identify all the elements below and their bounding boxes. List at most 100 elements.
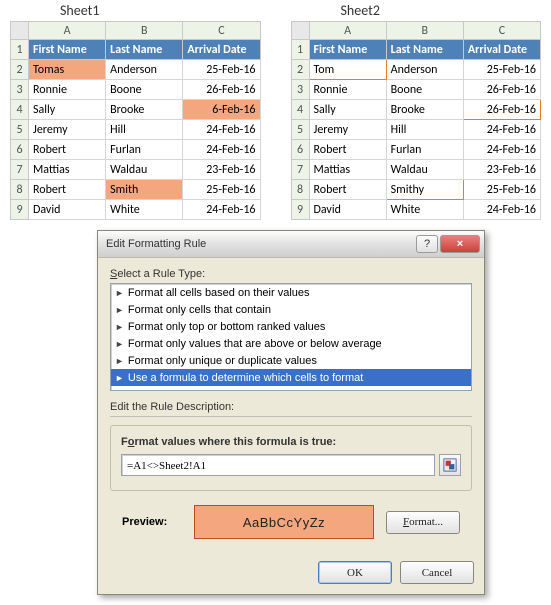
row-header[interactable]: 7 [291, 160, 309, 180]
table-header-cell[interactable]: Last Name [106, 40, 183, 60]
col-header[interactable]: C [463, 22, 540, 40]
row-header[interactable]: 5 [11, 120, 29, 140]
cell[interactable]: Brooke [386, 100, 463, 120]
cell[interactable]: Anderson [106, 60, 183, 80]
rule-type-option[interactable]: ►Format all cells based on their values [111, 284, 471, 301]
cell[interactable]: Ronnie [309, 80, 386, 100]
cell[interactable]: Tom [309, 60, 386, 80]
table-header-cell[interactable]: Last Name [386, 40, 463, 60]
cell[interactable]: 25-Feb-16 [183, 60, 260, 80]
cell[interactable]: Robert [29, 180, 106, 200]
row-header[interactable]: 6 [11, 140, 29, 160]
rule-type-listbox[interactable]: ►Format all cells based on their values►… [110, 283, 472, 391]
row-header[interactable]: 4 [291, 100, 309, 120]
cell[interactable]: Smithy [386, 180, 463, 200]
cell[interactable]: Mattias [29, 160, 106, 180]
row-header[interactable]: 1 [11, 40, 29, 60]
cell[interactable]: Ronnie [29, 80, 106, 100]
cell[interactable]: Boone [106, 80, 183, 100]
table-header-cell[interactable]: First Name [309, 40, 386, 60]
sheets-container: Sheet1 A B C 1 First Name Last Name Arri… [0, 0, 551, 220]
cell[interactable]: Furlan [106, 140, 183, 160]
rule-type-option[interactable]: ►Use a formula to determine which cells … [111, 369, 471, 386]
table-row: 6RobertFurlan24-Feb-16 [11, 140, 261, 160]
cell[interactable]: Robert [309, 140, 386, 160]
close-button[interactable]: × [440, 235, 480, 253]
cell[interactable]: Boone [386, 80, 463, 100]
cell[interactable]: Sally [29, 100, 106, 120]
cell[interactable]: 6-Feb-16 [183, 100, 260, 120]
cell[interactable]: White [386, 200, 463, 220]
col-header[interactable]: C [183, 22, 260, 40]
cell[interactable]: 26-Feb-16 [183, 80, 260, 100]
cell[interactable]: 24-Feb-16 [463, 120, 540, 140]
cell[interactable]: Waldau [106, 160, 183, 180]
rule-type-option[interactable]: ►Format only values that are above or be… [111, 335, 471, 352]
cell[interactable]: Hill [106, 120, 183, 140]
dialog-titlebar[interactable]: Edit Formatting Rule ? × [98, 231, 484, 258]
cell[interactable]: 24-Feb-16 [463, 140, 540, 160]
ok-button[interactable]: OK [318, 561, 392, 584]
row-header[interactable]: 2 [11, 60, 29, 80]
col-header[interactable]: B [386, 22, 463, 40]
cell[interactable]: 25-Feb-16 [463, 60, 540, 80]
row-header[interactable]: 7 [11, 160, 29, 180]
cell[interactable]: 25-Feb-16 [463, 180, 540, 200]
cell[interactable]: 26-Feb-16 [463, 80, 540, 100]
table-header-cell[interactable]: Arrival Date [463, 40, 540, 60]
cell[interactable]: Anderson [386, 60, 463, 80]
rule-type-text: Format only unique or duplicate values [128, 355, 317, 367]
formula-input[interactable]: =A1<>Sheet2!A1 [121, 454, 435, 476]
cell[interactable]: David [309, 200, 386, 220]
cell[interactable]: 24-Feb-16 [183, 120, 260, 140]
cell[interactable]: Brooke [106, 100, 183, 120]
row-header[interactable]: 8 [291, 180, 309, 200]
cell[interactable]: 24-Feb-16 [183, 140, 260, 160]
cell[interactable]: Jeremy [29, 120, 106, 140]
sheet2-grid[interactable]: A B C 1 First Name Last Name Arrival Dat… [291, 21, 542, 220]
cell[interactable]: Hill [386, 120, 463, 140]
range-picker-button[interactable] [439, 454, 461, 476]
row-header[interactable]: 5 [291, 120, 309, 140]
sheet1-grid[interactable]: A B C 1 First Name Last Name Arrival Dat… [10, 21, 261, 220]
select-all-corner[interactable] [291, 22, 309, 40]
cell[interactable]: Furlan [386, 140, 463, 160]
row-header[interactable]: 1 [291, 40, 309, 60]
table-header-cell[interactable]: First Name [29, 40, 106, 60]
cell[interactable]: 24-Feb-16 [183, 200, 260, 220]
help-button[interactable]: ? [416, 235, 438, 253]
row-header[interactable]: 9 [11, 200, 29, 220]
cell[interactable]: 23-Feb-16 [463, 160, 540, 180]
row-header[interactable]: 3 [11, 80, 29, 100]
cell[interactable]: 24-Feb-16 [463, 200, 540, 220]
rule-type-option[interactable]: ►Format only top or bottom ranked values [111, 318, 471, 335]
cell[interactable]: David [29, 200, 106, 220]
row-header[interactable]: 3 [291, 80, 309, 100]
cell[interactable]: Robert [309, 180, 386, 200]
cell[interactable]: 26-Feb-16 [463, 100, 540, 120]
cell[interactable]: Jeremy [309, 120, 386, 140]
row-header[interactable]: 4 [11, 100, 29, 120]
table-header-cell[interactable]: Arrival Date [183, 40, 260, 60]
cell[interactable]: Tomas [29, 60, 106, 80]
row-header[interactable]: 9 [291, 200, 309, 220]
row-header[interactable]: 8 [11, 180, 29, 200]
cell[interactable]: Mattias [309, 160, 386, 180]
cancel-button[interactable]: Cancel [400, 561, 474, 584]
cell[interactable]: Smith [106, 180, 183, 200]
rule-type-option[interactable]: ►Format only cells that contain [111, 301, 471, 318]
row-header[interactable]: 6 [291, 140, 309, 160]
cell[interactable]: 25-Feb-16 [183, 180, 260, 200]
col-header[interactable]: A [29, 22, 106, 40]
col-header[interactable]: B [106, 22, 183, 40]
row-header[interactable]: 2 [291, 60, 309, 80]
col-header[interactable]: A [309, 22, 386, 40]
cell[interactable]: 23-Feb-16 [183, 160, 260, 180]
cell[interactable]: Waldau [386, 160, 463, 180]
cell[interactable]: Sally [309, 100, 386, 120]
format-button[interactable]: Format... [386, 511, 460, 534]
select-all-corner[interactable] [11, 22, 29, 40]
rule-type-option[interactable]: ►Format only unique or duplicate values [111, 352, 471, 369]
cell[interactable]: Robert [29, 140, 106, 160]
cell[interactable]: White [106, 200, 183, 220]
